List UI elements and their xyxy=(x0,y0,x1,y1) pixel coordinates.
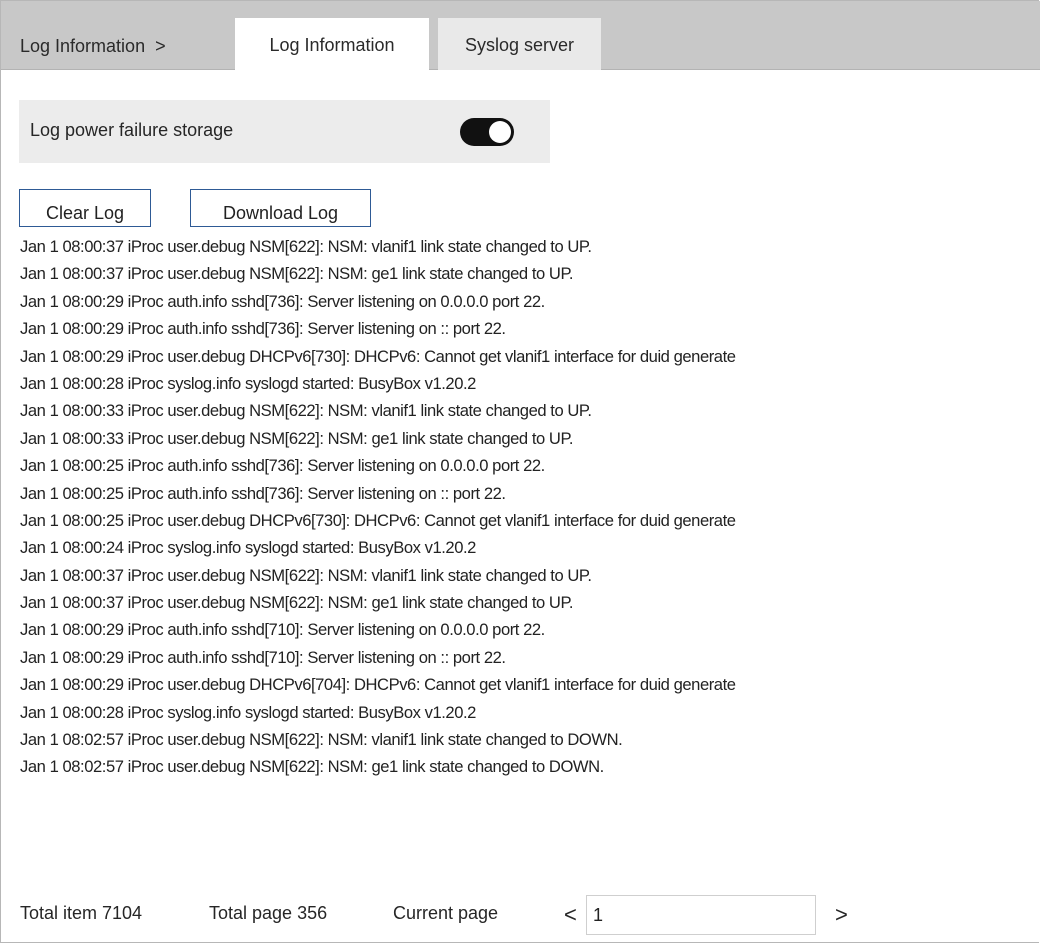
log-entry: Jan 1 08:00:37 iProc user.debug NSM[622]… xyxy=(20,237,592,256)
log-entry: Jan 1 08:00:25 iProc user.debug DHCPv6[7… xyxy=(20,510,736,530)
current-page-input[interactable] xyxy=(586,895,816,935)
log-entry: Jan 1 08:00:37 iProc user.debug NSM[622]… xyxy=(20,565,592,585)
log-entry: Jan 1 08:00:29 iProc auth.info sshd[710]… xyxy=(20,647,506,667)
total-items: Total item 7104 xyxy=(20,903,143,923)
chevron-left-icon[interactable]: < xyxy=(564,902,577,928)
log-list: Jan 1 08:00:37 iProc user.debug NSM[622]… xyxy=(20,233,1035,781)
tab-log-information-label: Log Information xyxy=(269,35,395,55)
log-entry: Jan 1 08:00:25 iProc auth.info sshd[736]… xyxy=(20,483,506,503)
breadcrumb-separator: > xyxy=(155,36,166,56)
breadcrumb: Log Information > xyxy=(20,36,166,57)
power-failure-storage-toggle[interactable] xyxy=(460,118,514,146)
breadcrumb-label[interactable]: Log Information xyxy=(20,36,145,56)
chevron-right-icon[interactable]: > xyxy=(835,902,848,928)
log-entry: Jan 1 08:00:29 iProc user.debug DHCPv6[7… xyxy=(20,675,736,695)
log-entry: Jan 1 08:00:33 iProc user.debug NSM[622]… xyxy=(20,401,592,421)
log-entry: Jan 1 08:02:57 iProc user.debug NSM[622]… xyxy=(20,730,623,750)
tab-bar: Log Information > Log Information Syslog … xyxy=(1,1,1040,71)
log-entry: Jan 1 08:00:29 iProc user.debug DHCPv6[7… xyxy=(20,346,736,366)
clear-log-button[interactable]: Clear Log xyxy=(19,189,151,227)
log-entry: Jan 1 08:00:29 iProc auth.info sshd[710]… xyxy=(20,620,545,640)
download-log-button[interactable]: Download Log xyxy=(190,189,371,227)
log-entry: Jan 1 08:00:28 iProc syslog.info syslogd… xyxy=(20,373,476,393)
log-entry: Jan 1 08:00:25 iProc auth.info sshd[736]… xyxy=(20,456,545,476)
tab-syslog-server-label: Syslog server xyxy=(464,35,575,55)
log-entry: Jan 1 08:00:29 iProc auth.info sshd[736]… xyxy=(20,319,506,339)
current-page-label: Current page xyxy=(393,903,499,923)
tab-log-information[interactable]: Log Information xyxy=(235,18,429,71)
log-entry: Jan 1 08:00:33 iProc user.debug NSM[622]… xyxy=(20,428,574,448)
power-failure-storage-row: Log power failure storage xyxy=(19,100,550,163)
tab-syslog-server[interactable]: Syslog server xyxy=(438,18,601,70)
log-entry: Jan 1 08:00:37 iProc user.debug NSM[622]… xyxy=(20,264,574,284)
log-entry: Jan 1 08:02:57 iProc user.debug NSM[622]… xyxy=(20,757,604,777)
total-pages: Total page 356 xyxy=(209,903,328,923)
toggle-knob xyxy=(489,121,511,143)
log-entry: Jan 1 08:00:28 iProc syslog.info syslogd… xyxy=(20,702,476,722)
log-entry: Jan 1 08:00:29 iProc auth.info sshd[736]… xyxy=(20,291,545,311)
power-failure-storage-label: Log power failure storage xyxy=(30,120,234,140)
log-entry: Jan 1 08:00:37 iProc user.debug NSM[622]… xyxy=(20,593,574,613)
log-entry: Jan 1 08:00:24 iProc syslog.info syslogd… xyxy=(20,538,476,558)
